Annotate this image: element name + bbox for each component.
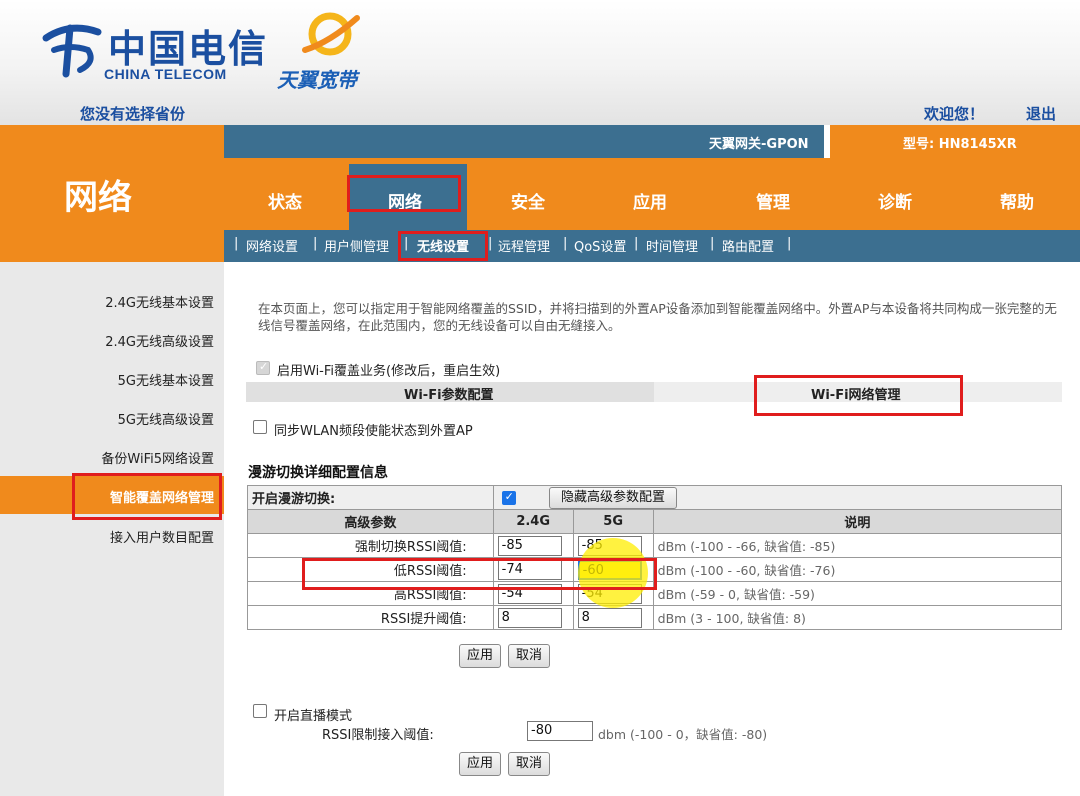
sub-separator: | (787, 236, 792, 251)
param-desc: dBm (-100 - -60, 缺省值: -76) (652, 557, 1063, 582)
apply-button[interactable]: 应用 (459, 644, 501, 668)
param-desc: dBm (-100 - -66, 缺省值: -85) (652, 533, 1063, 558)
param-name: 低RSSI阈值: (247, 557, 494, 582)
live-mode-label: 开启直播模式 (274, 709, 353, 724)
rssi-5g-input[interactable]: 8 (577, 607, 642, 628)
tab-network[interactable]: 网络 (388, 188, 422, 213)
logo-english-text: CHINA TELECOM (104, 66, 227, 82)
rssi-24g-input[interactable]: -74 (497, 559, 562, 580)
rssi-24g-input[interactable]: 8 (497, 607, 562, 628)
sub-separator: | (313, 236, 318, 251)
param-name: RSSI提升阈值: (247, 605, 494, 630)
rssi-24g-input[interactable]: -85 (497, 535, 562, 556)
nav-access-users[interactable]: 接入用户数目配置 (110, 527, 214, 546)
tab-application[interactable]: 应用 (633, 188, 667, 213)
enable-wifi-coverage-checkbox[interactable]: ✓ (256, 360, 270, 375)
sub-separator: | (234, 236, 239, 251)
subtab-wireless-settings[interactable]: 无线设置 (417, 236, 469, 255)
nav-smart-coverage[interactable]: 智能覆盖网络管理 (110, 487, 214, 506)
welcome-text: 欢迎您！ (924, 105, 985, 123)
param-desc: dBm (3 - 100, 缺省值: 8) (652, 605, 1063, 630)
enable-wifi-coverage-label: 启用Wi-Fi覆盖业务(修改后，重启生效) (277, 364, 501, 379)
rssi-5g-input[interactable]: -60 (577, 559, 642, 580)
cancel-button[interactable]: 取消 (508, 644, 550, 668)
table-row: 强制切换RSSI阈值: -85 -85 dBm (-100 - -66, 缺省值… (247, 533, 1063, 558)
logout-link[interactable]: 退出 (1026, 103, 1056, 124)
wifi-param-tab[interactable]: Wi-Fi参数配置 (404, 384, 494, 403)
logo-chinese-text: 中国电信 (108, 26, 269, 71)
rssi-limit-label: RSSI限制接入阈值: (322, 728, 434, 743)
subtab-network-settings[interactable]: 网络设置 (246, 236, 298, 255)
roam-enable-checkbox[interactable]: ✓ (501, 490, 516, 505)
sub-separator: | (710, 236, 715, 251)
china-telecom-logo-icon (42, 24, 102, 78)
table-row: RSSI提升阈值: 8 8 dBm (3 - 100, 缺省值: 8) (247, 605, 1063, 630)
nav-backup-wifi5[interactable]: 备份WiFi5网络设置 (101, 448, 214, 467)
table-row: 低RSSI阈值: -74 -60 dBm (-100 - -60, 缺省值: -… (247, 557, 1063, 582)
roam-section-title: 漫游切换详细配置信息 (248, 465, 388, 481)
tab-help[interactable]: 帮助 (1000, 188, 1034, 213)
tianyi-brand-icon (302, 12, 360, 56)
header: 中国电信 CHINA TELECOM 天翼宽带 您没有选择省份 欢迎您！ 退出 (0, 0, 1080, 125)
apply-button-2[interactable]: 应用 (459, 752, 501, 776)
header-param: 高级参数 (247, 509, 494, 534)
section-title: 网络 (64, 178, 132, 218)
subtab-qos[interactable]: QoS设置 (574, 236, 626, 255)
rssi-limit-desc: dbm (-100 - 0，缺省值: -80) (598, 727, 768, 742)
sync-wlan-label: 同步WLAN频段使能状态到外置AP (274, 424, 473, 439)
nav-5g-basic[interactable]: 5G无线基本设置 (118, 370, 214, 389)
subtab-user-side[interactable]: 用户侧管理 (324, 236, 389, 255)
province-text: 您没有选择省份 (80, 105, 186, 123)
nav-24g-advanced[interactable]: 2.4G无线高级设置 (105, 331, 214, 350)
cancel-button-2[interactable]: 取消 (508, 752, 550, 776)
section-panel: 网络 (0, 125, 224, 262)
nav-5g-advanced[interactable]: 5G无线高级设置 (118, 409, 214, 428)
hide-advanced-button[interactable]: 隐藏高级参数配置 (549, 487, 677, 509)
rssi-24g-input[interactable]: -54 (497, 583, 562, 604)
model-text: 型号: HN8145XR (903, 137, 1017, 152)
sub-separator: | (634, 236, 639, 251)
sub-separator: | (488, 236, 493, 251)
subtab-time-management[interactable]: 时间管理 (646, 236, 698, 255)
nav-24g-basic[interactable]: 2.4G无线基本设置 (105, 292, 214, 311)
param-name: 高RSSI阈值: (247, 581, 494, 606)
table-row: 高RSSI阈值: -54 -54 dBm (-59 - 0, 缺省值: -59) (247, 581, 1063, 606)
param-desc: dBm (-59 - 0, 缺省值: -59) (652, 581, 1063, 606)
sync-wlan-checkbox[interactable] (253, 420, 267, 434)
sub-separator: | (404, 236, 409, 251)
wifi-net-management-tab[interactable]: Wi-Fi网络管理 (811, 384, 901, 403)
rssi-limit-input[interactable]: -80 (527, 721, 593, 741)
table-header-row: 高级参数 2.4G 5G 说明 (247, 509, 1063, 534)
gateway-name: 天翼网关-GPON (709, 137, 809, 152)
tab-status[interactable]: 状态 (268, 188, 302, 213)
tab-diagnosis[interactable]: 诊断 (878, 188, 912, 213)
header-5g: 5G (572, 509, 654, 534)
brand-text: 天翼宽带 (277, 68, 357, 92)
header-24g: 2.4G (492, 509, 574, 534)
subtab-routing[interactable]: 路由配置 (722, 236, 774, 255)
param-name: 强制切换RSSI阈值: (247, 533, 494, 558)
live-mode-checkbox[interactable] (253, 704, 267, 718)
intro-text: 在本页面上，您可以指定用于智能网络覆盖的SSID，并将扫描到的外置AP设备添加到… (258, 301, 1057, 333)
rssi-5g-input[interactable]: -54 (577, 583, 642, 604)
rssi-5g-input[interactable]: -85 (577, 535, 642, 556)
roam-enable-label: 开启漫游切换: (247, 485, 494, 510)
tab-management[interactable]: 管理 (756, 188, 790, 213)
subtab-remote-management[interactable]: 远程管理 (498, 236, 550, 255)
header-desc: 说明 (652, 509, 1063, 534)
tab-security[interactable]: 安全 (511, 188, 545, 213)
sub-separator: | (563, 236, 568, 251)
